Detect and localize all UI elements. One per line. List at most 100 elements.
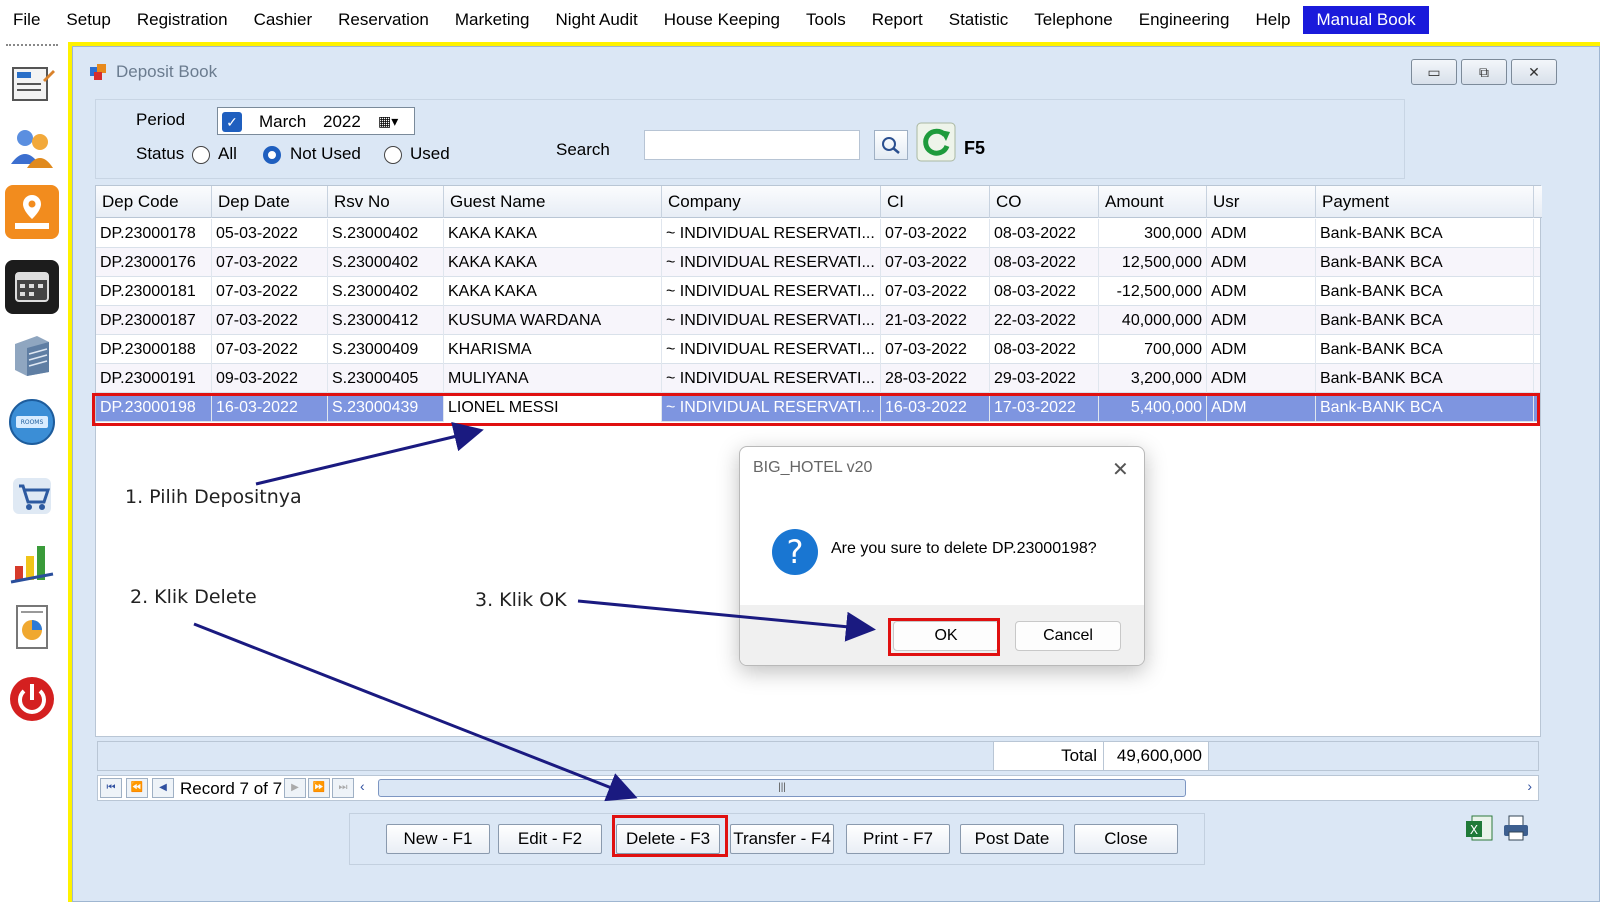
maximize-button[interactable]: ⧉ <box>1461 59 1507 85</box>
post-date-button[interactable]: Post Date <box>960 824 1064 854</box>
period-checkbox[interactable]: ✓ <box>222 112 242 132</box>
next-page-button[interactable]: ⏩ <box>308 778 330 798</box>
column-header-dep-code[interactable]: Dep Code <box>96 186 212 218</box>
cell-guest-name: KAKA KAKA <box>444 219 662 248</box>
cell-company: ~ INDIVIDUAL RESERVATI... <box>662 335 881 364</box>
transfer-button[interactable]: Transfer - F4 <box>730 824 834 854</box>
cell-co: 08-03-2022 <box>990 335 1099 364</box>
cell-rsv-no: S.23000402 <box>328 277 444 306</box>
power-icon[interactable] <box>5 672 59 726</box>
column-header-ci[interactable]: CI <box>881 186 990 218</box>
cell-guest-name: KAKA KAKA <box>444 277 662 306</box>
report-pie-icon[interactable] <box>5 600 59 654</box>
menu-file[interactable]: File <box>0 6 53 34</box>
status-used-radio[interactable] <box>384 146 402 164</box>
guests-icon[interactable] <box>5 120 59 174</box>
table-row[interactable]: DP.23000187 07-03-2022 S.23000412 KUSUMA WA… <box>96 306 1540 335</box>
menu-house-keeping[interactable]: House Keeping <box>651 6 793 34</box>
cell-rsv-no: S.23000412 <box>328 306 444 335</box>
menu-registration[interactable]: Registration <box>124 6 241 34</box>
registration-form-icon[interactable] <box>5 58 59 112</box>
search-input[interactable] <box>644 130 860 160</box>
calendar-icon[interactable] <box>5 260 59 314</box>
new-button[interactable]: New - F1 <box>386 824 490 854</box>
cell-payment: Bank-BANK BCA <box>1316 393 1534 422</box>
cell-amount: 300,000 <box>1099 219 1207 248</box>
total-value: 49,600,000 <box>1103 742 1209 770</box>
print-button[interactable]: Print - F7 <box>846 824 950 854</box>
column-header-co[interactable]: CO <box>990 186 1099 218</box>
search-button[interactable] <box>874 130 908 160</box>
horizontal-scrollbar[interactable]: ‹ ||| › <box>358 778 1534 798</box>
dialog-title: BIG_HOTEL v20 <box>753 459 873 476</box>
first-record-button[interactable]: ⏮ <box>100 778 122 798</box>
column-header-rsv-no[interactable]: Rsv No <box>328 186 444 218</box>
table-row[interactable]: DP.23000176 07-03-2022 S.23000402 KAKA KAKA… <box>96 248 1540 277</box>
table-row[interactable]: DP.23000198 16-03-2022 S.23000439 LIONEL ME… <box>96 393 1540 422</box>
menu-reservation[interactable]: Reservation <box>325 6 442 34</box>
cell-payment: Bank-BANK BCA <box>1316 277 1534 306</box>
building-icon[interactable] <box>5 328 59 382</box>
close-window-button[interactable]: ✕ <box>1511 59 1557 85</box>
table-row[interactable]: DP.23000188 07-03-2022 S.23000409 KHARISMA ~… <box>96 335 1540 364</box>
chart-icon[interactable] <box>5 534 59 588</box>
table-row[interactable]: DP.23000181 07-03-2022 S.23000402 KAKA KAKA… <box>96 277 1540 306</box>
scroll-right-icon[interactable]: › <box>1527 778 1532 794</box>
excel-export-icon[interactable]: X <box>1464 813 1494 843</box>
next-record-button[interactable]: ▶ <box>284 778 306 798</box>
column-header-amount[interactable]: Amount <box>1099 186 1207 218</box>
menu-help[interactable]: Help <box>1242 6 1303 34</box>
rooms-available-icon[interactable]: ROOMS <box>5 395 59 449</box>
table-row[interactable]: DP.23000191 09-03-2022 S.23000405 MULIYANA ~… <box>96 364 1540 393</box>
period-year: 2022 <box>323 112 361 131</box>
cell-usr: ADM <box>1207 248 1316 277</box>
column-header-usr[interactable]: Usr <box>1207 186 1316 218</box>
menu-report[interactable]: Report <box>859 6 936 34</box>
status-not-used-radio[interactable] <box>263 146 281 164</box>
menu-marketing[interactable]: Marketing <box>442 6 543 34</box>
edit-button[interactable]: Edit - F2 <box>498 824 602 854</box>
column-header-dep-date[interactable]: Dep Date <box>212 186 328 218</box>
menu-night-audit[interactable]: Night Audit <box>543 6 651 34</box>
cancel-button[interactable]: Cancel <box>1015 621 1121 651</box>
dialog-close-icon[interactable]: ✕ <box>1112 457 1129 482</box>
calendar-dropdown-icon[interactable]: ▦▾ <box>378 113 408 131</box>
last-record-button[interactable]: ⏭ <box>332 778 354 798</box>
delete-button-highlight <box>612 815 728 857</box>
column-header-guest-name[interactable]: Guest Name <box>444 186 662 218</box>
table-row[interactable]: DP.23000178 05-03-2022 S.23000402 KAKA KAKA… <box>96 219 1540 248</box>
refresh-icon[interactable] <box>916 122 956 162</box>
scrollbar-thumb[interactable]: ||| <box>378 779 1186 797</box>
cell-rsv-no: S.23000402 <box>328 219 444 248</box>
status-used-label: Used <box>410 144 450 163</box>
minimize-icon: ▭ <box>1427 63 1441 80</box>
cell-usr: ADM <box>1207 364 1316 393</box>
menu-engineering[interactable]: Engineering <box>1126 6 1243 34</box>
minimize-button[interactable]: ▭ <box>1411 59 1457 85</box>
status-all-radio[interactable] <box>192 146 210 164</box>
scroll-left-icon[interactable]: ‹ <box>360 778 365 794</box>
column-header-company[interactable]: Company <box>662 186 881 218</box>
cell-amount: 5,400,000 <box>1099 393 1207 422</box>
map-icon[interactable] <box>5 185 59 239</box>
cell-company: ~ INDIVIDUAL RESERVATI... <box>662 393 881 422</box>
cart-icon[interactable] <box>5 468 59 522</box>
menu-cashier[interactable]: Cashier <box>241 6 326 34</box>
cell-usr: ADM <box>1207 219 1316 248</box>
prev-page-button[interactable]: ⏪ <box>126 778 148 798</box>
cell-dep-code: DP.23000198 <box>96 393 212 422</box>
cell-amount: 700,000 <box>1099 335 1207 364</box>
cell-usr: ADM <box>1207 393 1316 422</box>
menu-statistic[interactable]: Statistic <box>936 6 1022 34</box>
left-toolbar: ROOMS <box>0 40 66 902</box>
prev-record-button[interactable]: ◀ <box>152 778 174 798</box>
menu-setup[interactable]: Setup <box>53 6 123 34</box>
menu-manual-book[interactable]: Manual Book <box>1303 6 1429 34</box>
column-header-payment[interactable]: Payment <box>1316 186 1534 218</box>
close-button[interactable]: Close <box>1074 824 1178 854</box>
menu-telephone[interactable]: Telephone <box>1021 6 1125 34</box>
printer-icon[interactable] <box>1501 813 1531 843</box>
menu-tools[interactable]: Tools <box>793 6 859 34</box>
period-picker[interactable]: ✓ March 2022 ▦▾ <box>217 107 415 135</box>
cell-dep-date: 07-03-2022 <box>212 335 328 364</box>
